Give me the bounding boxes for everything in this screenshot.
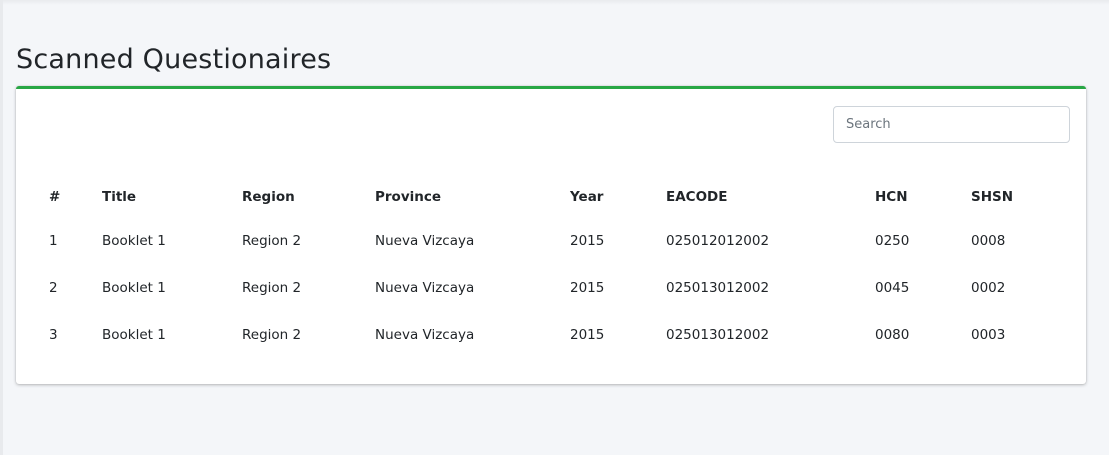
column-header-year[interactable]: Year bbox=[558, 177, 654, 217]
sidebar-edge bbox=[0, 0, 3, 455]
cell-year: 2015 bbox=[570, 326, 605, 343]
cell-eacode: 025012012002 bbox=[666, 232, 770, 249]
column-header-eacode[interactable]: EACODE bbox=[654, 177, 863, 217]
column-header-hcn[interactable]: HCN bbox=[863, 177, 959, 217]
cell-number: 3 bbox=[49, 326, 58, 343]
column-header-title[interactable]: Title bbox=[90, 177, 230, 217]
cell-title: Booklet 1 bbox=[102, 232, 166, 249]
cell-region: Region 2 bbox=[242, 232, 302, 249]
table-header-row: # Title Region Province Year EACODE HCN … bbox=[37, 177, 1067, 217]
cell-hcn: 0045 bbox=[875, 279, 910, 296]
cell-province: Nueva Vizcaya bbox=[375, 326, 475, 343]
search-input[interactable] bbox=[833, 106, 1070, 143]
column-header-number[interactable]: # bbox=[37, 177, 90, 217]
cell-number: 2 bbox=[49, 279, 58, 296]
cell-year: 2015 bbox=[570, 232, 605, 249]
cell-shsn: 0002 bbox=[971, 279, 1006, 296]
table-row[interactable]: 2 Booklet 1 Region 2 Nueva Vizcaya 2015 … bbox=[37, 264, 1067, 311]
column-header-shsn[interactable]: SHSN bbox=[959, 177, 1067, 217]
cell-hcn: 0080 bbox=[875, 326, 910, 343]
page-title: Scanned Questionaires bbox=[16, 44, 332, 75]
table-row[interactable]: 3 Booklet 1 Region 2 Nueva Vizcaya 2015 … bbox=[37, 311, 1067, 358]
cell-hcn: 0250 bbox=[875, 232, 910, 249]
questionnaires-card: # Title Region Province Year EACODE HCN … bbox=[16, 86, 1086, 384]
column-header-region[interactable]: Region bbox=[230, 177, 363, 217]
top-bar-shadow bbox=[0, 0, 1109, 5]
cell-eacode: 025013012002 bbox=[666, 279, 770, 296]
cell-title: Booklet 1 bbox=[102, 279, 166, 296]
questionnaires-table: # Title Region Province Year EACODE HCN … bbox=[37, 177, 1067, 358]
cell-number: 1 bbox=[49, 232, 58, 249]
cell-eacode: 025013012002 bbox=[666, 326, 770, 343]
cell-title: Booklet 1 bbox=[102, 326, 166, 343]
cell-region: Region 2 bbox=[242, 279, 302, 296]
table-row[interactable]: 1 Booklet 1 Region 2 Nueva Vizcaya 2015 … bbox=[37, 217, 1067, 264]
cell-region: Region 2 bbox=[242, 326, 302, 343]
cell-shsn: 0003 bbox=[971, 326, 1006, 343]
cell-province: Nueva Vizcaya bbox=[375, 232, 475, 249]
column-header-province[interactable]: Province bbox=[363, 177, 558, 217]
cell-year: 2015 bbox=[570, 279, 605, 296]
cell-shsn: 0008 bbox=[971, 232, 1006, 249]
cell-province: Nueva Vizcaya bbox=[375, 279, 475, 296]
